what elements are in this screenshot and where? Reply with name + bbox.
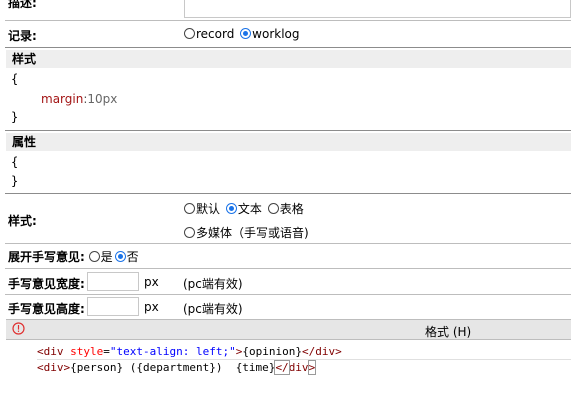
code-line-2[interactable]: <div>{person} ({department}) {time}</div…	[37, 360, 317, 375]
handwriting-width-input[interactable]	[87, 272, 139, 291]
divider	[5, 47, 571, 48]
code-end-tag: </div>	[301, 345, 342, 358]
divider	[5, 268, 571, 269]
divider	[5, 243, 571, 244]
code-end-tag-open: </	[274, 360, 290, 375]
code-end-tag-name: div	[288, 361, 309, 374]
divider	[5, 130, 571, 131]
handwriting-height-input[interactable]	[87, 297, 139, 316]
record-options: record worklog	[184, 27, 302, 41]
record-label: 记录:	[8, 29, 37, 43]
style-close-brace: }	[11, 110, 19, 124]
description-label: 描述:	[8, 0, 37, 10]
display-style-options-row1: 默认 文本 表格	[184, 200, 306, 217]
display-option-default[interactable]: 默认	[184, 200, 220, 217]
radio-worklog[interactable]	[240, 28, 252, 39]
display-option-table[interactable]: 表格	[267, 200, 304, 217]
css-value: 10px	[87, 92, 118, 106]
handwriting-width-unit: px	[144, 275, 159, 289]
code-open-tag: <div	[37, 345, 71, 358]
description-input[interactable]	[184, 0, 571, 18]
code-eq: =	[103, 345, 110, 358]
handwriting-height-note: (pc端有效)	[183, 302, 243, 316]
style-section-header: 样式	[6, 50, 571, 68]
code-attr-name: style	[70, 345, 104, 358]
radio-table[interactable]	[267, 203, 279, 214]
attr-close-brace: }	[11, 174, 19, 188]
expand-option-yes[interactable]: 是	[88, 248, 113, 265]
code-open-tag: <div>	[37, 361, 71, 374]
current-line-highlight	[37, 359, 571, 360]
radio-default[interactable]	[184, 203, 195, 214]
css-property: margin	[41, 92, 84, 106]
style-declaration[interactable]: margin:10px	[41, 92, 117, 106]
handwriting-width-note: (pc端有效)	[183, 277, 243, 291]
code-content: {person} ({department}) {time}	[70, 361, 276, 374]
attr-section-header: 属性	[6, 133, 571, 151]
code-content: {opinion}	[242, 345, 302, 358]
expand-handwriting-row: 展开手写意见: 是 否	[8, 248, 141, 265]
code-line-1[interactable]: <div style="text-align: left;">{opinion}…	[37, 345, 342, 358]
divider	[5, 294, 571, 295]
code-attr-value: "text-align: left;"	[109, 345, 236, 358]
expand-option-no[interactable]: 否	[114, 248, 139, 265]
handwriting-height-label: 手写意见高度:	[8, 302, 85, 316]
radio-multimedia[interactable]	[184, 227, 195, 238]
format-menu[interactable]: 格式 (H)	[425, 323, 471, 340]
display-option-text[interactable]: 文本	[225, 200, 262, 217]
record-option-record[interactable]: record	[184, 27, 234, 41]
radio-no[interactable]	[114, 251, 126, 262]
display-option-multimedia[interactable]: 多媒体（手写或语音)	[184, 224, 309, 241]
display-style-options-row2: 多媒体（手写或语音)	[184, 224, 311, 241]
style-open-brace: {	[11, 72, 19, 86]
editor-toolbar	[6, 319, 571, 340]
divider	[5, 20, 571, 21]
handwriting-height-unit: px	[144, 300, 159, 314]
display-style-label: 样式:	[8, 214, 37, 228]
radio-text[interactable]	[225, 203, 237, 214]
error-circle-icon[interactable]	[12, 322, 25, 335]
attr-open-brace: {	[11, 155, 19, 169]
code-end-tag-close: >	[307, 360, 317, 375]
divider	[5, 193, 571, 194]
record-option-worklog[interactable]: worklog	[240, 27, 300, 41]
expand-handwriting-label: 展开手写意见:	[8, 250, 85, 264]
radio-yes[interactable]	[88, 251, 100, 262]
handwriting-width-label: 手写意见宽度:	[8, 277, 85, 291]
radio-record[interactable]	[184, 28, 195, 39]
